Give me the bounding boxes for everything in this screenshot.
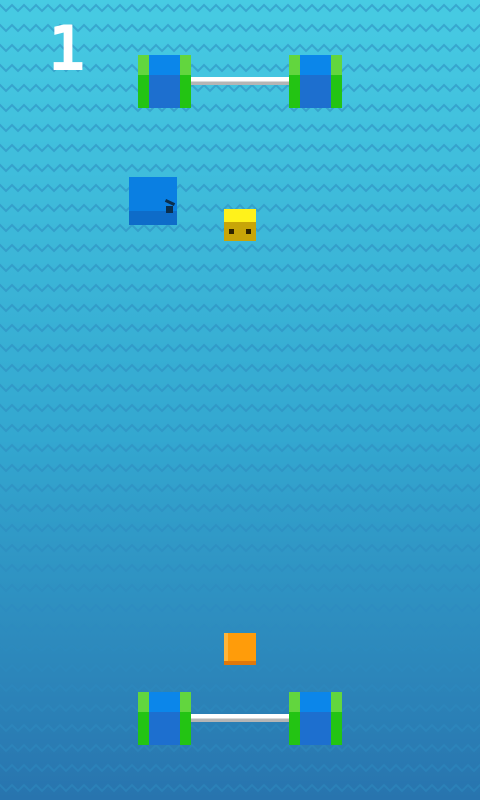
wave-line bbox=[0, 443, 480, 453]
goal-bottom bbox=[138, 692, 342, 745]
enemy-brow bbox=[164, 199, 176, 206]
water-background bbox=[0, 3, 480, 793]
wave-line bbox=[0, 363, 480, 373]
wave-line bbox=[0, 683, 480, 693]
wave-line bbox=[0, 603, 480, 613]
goal-bottom-right-post bbox=[289, 692, 342, 745]
wave-line bbox=[0, 483, 480, 493]
wave-line bbox=[0, 583, 480, 593]
wave-line bbox=[0, 383, 480, 393]
wave-line bbox=[0, 303, 480, 313]
goal-top-bar bbox=[191, 77, 289, 85]
wave-line bbox=[0, 463, 480, 473]
wave-line bbox=[0, 743, 480, 753]
wave-line bbox=[0, 563, 480, 573]
goal-top-right-post bbox=[289, 55, 342, 108]
yellow-cube-character bbox=[224, 209, 256, 241]
wave-line bbox=[0, 163, 480, 173]
wave-line bbox=[0, 343, 480, 353]
blue-cube-enemy bbox=[129, 177, 177, 225]
score-counter: 1 bbox=[48, 12, 86, 85]
goal-top-left-post bbox=[138, 55, 191, 108]
goal-top bbox=[138, 55, 342, 108]
yellow-right-eye bbox=[246, 229, 251, 234]
wave-line bbox=[0, 763, 480, 773]
wave-line bbox=[0, 663, 480, 673]
wave-line bbox=[0, 143, 480, 153]
yellow-left-eye bbox=[229, 229, 234, 234]
goal-bottom-left-post bbox=[138, 692, 191, 745]
wave-line bbox=[0, 783, 480, 793]
wave-line bbox=[0, 543, 480, 553]
wave-line bbox=[0, 123, 480, 133]
wave-line bbox=[0, 263, 480, 273]
wave-line bbox=[0, 283, 480, 293]
goal-bottom-bar bbox=[191, 714, 289, 722]
game-canvas[interactable]: 1 bbox=[0, 0, 480, 800]
wave-line bbox=[0, 503, 480, 513]
wave-line bbox=[0, 523, 480, 533]
wave-line bbox=[0, 403, 480, 413]
wave-line bbox=[0, 323, 480, 333]
wave-line bbox=[0, 423, 480, 433]
wave-line bbox=[0, 183, 480, 193]
enemy-eye bbox=[166, 206, 173, 213]
wave-line bbox=[0, 3, 480, 13]
wave-line bbox=[0, 243, 480, 253]
wave-line bbox=[0, 623, 480, 633]
orange-cube-player[interactable] bbox=[224, 633, 256, 665]
